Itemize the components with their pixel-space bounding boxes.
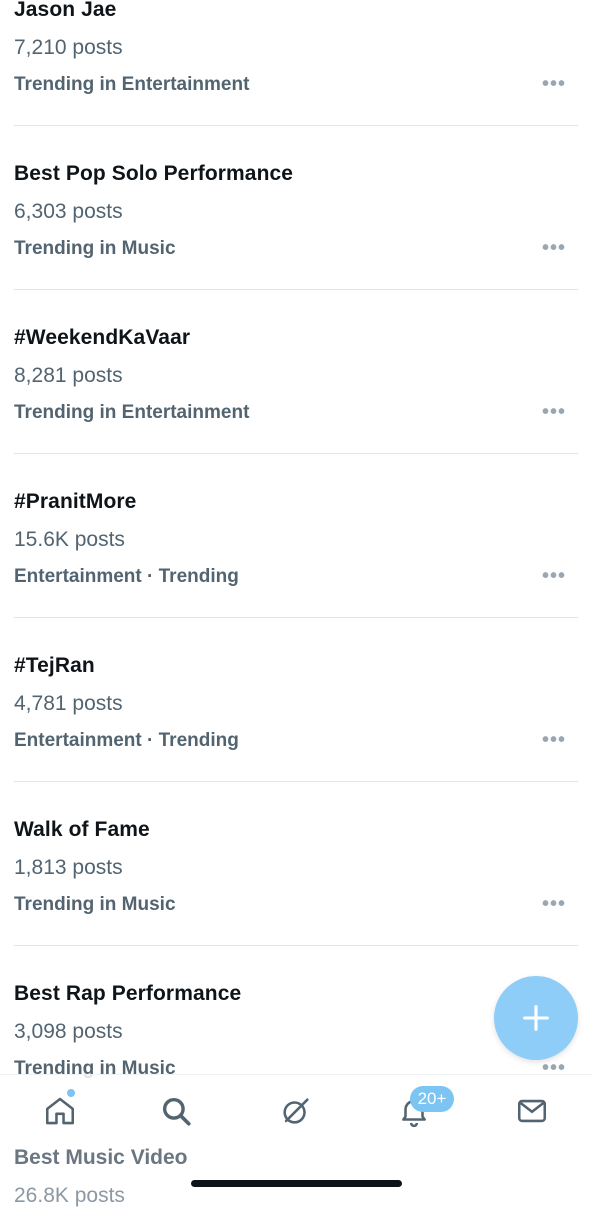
trend-post-count: 6,303 posts: [14, 200, 123, 223]
home-indicator: [191, 1180, 402, 1187]
trend-title: #PranitMore: [14, 490, 137, 513]
trend-title: Best Music Video: [14, 1146, 188, 1169]
trend-post-count: 8,281 posts: [14, 364, 123, 387]
divider: [14, 453, 578, 454]
trend-context: Entertainment · Trending: [14, 566, 239, 587]
bottom-navigation-bar: [0, 1074, 592, 1145]
trend-post-count: 3,098 posts: [14, 1020, 123, 1043]
trend-item[interactable]: Best Pop Solo Performance 6,303 posts Tr…: [0, 162, 592, 326]
divider: [14, 945, 578, 946]
trend-item-partial[interactable]: Best Music Video 26.8K posts: [0, 1138, 592, 1207]
divider: [14, 289, 578, 290]
more-options-icon[interactable]: •••: [542, 894, 566, 914]
trend-title: Walk of Fame: [14, 818, 150, 841]
trend-post-count: 7,210 posts: [14, 36, 123, 59]
trend-context: Trending in Entertainment: [14, 402, 250, 423]
trend-item[interactable]: Walk of Fame 1,813 posts Trending in Mus…: [0, 818, 592, 982]
trend-post-count: 1,813 posts: [14, 856, 123, 879]
nav-messages[interactable]: [510, 1089, 554, 1133]
trend-post-count: 26.8K posts: [14, 1184, 125, 1207]
plus-icon: [523, 1005, 549, 1031]
trend-context: Trending in Music: [14, 894, 176, 915]
divider: [14, 125, 578, 126]
search-icon: [162, 1097, 191, 1126]
trend-title: #TejRan: [14, 654, 95, 677]
more-options-icon[interactable]: •••: [542, 74, 566, 94]
trend-title: Best Rap Performance: [14, 982, 242, 1005]
mail-icon: [517, 1099, 547, 1123]
trend-title: #WeekendKaVaar: [14, 326, 191, 349]
trend-item[interactable]: #PranitMore 15.6K posts Entertainment · …: [0, 490, 592, 654]
more-options-icon[interactable]: •••: [542, 566, 566, 586]
notification-badge: 20+: [410, 1086, 454, 1112]
trend-post-count: 4,781 posts: [14, 692, 123, 715]
divider: [14, 617, 578, 618]
home-icon: [45, 1097, 75, 1125]
trend-context: Trending in Entertainment: [14, 74, 250, 95]
more-options-icon[interactable]: •••: [542, 402, 566, 422]
trend-title: Jason Jae: [14, 0, 117, 21]
nav-home[interactable]: [38, 1089, 82, 1133]
nav-search[interactable]: [154, 1089, 198, 1133]
more-options-icon[interactable]: •••: [542, 730, 566, 750]
nav-grok[interactable]: [274, 1089, 318, 1133]
unread-dot: [67, 1089, 75, 1097]
trend-context: Entertainment · Trending: [14, 730, 239, 751]
trend-item[interactable]: #TejRan 4,781 posts Entertainment · Tren…: [0, 654, 592, 818]
more-options-icon[interactable]: •••: [542, 238, 566, 258]
trend-context: Trending in Music: [14, 238, 176, 259]
grok-icon: [283, 1098, 309, 1124]
divider: [14, 781, 578, 782]
trend-item[interactable]: #WeekendKaVaar 8,281 posts Trending in E…: [0, 326, 592, 490]
trend-item[interactable]: Jason Jae 7,210 posts Trending in Entert…: [0, 0, 592, 162]
trend-post-count: 15.6K posts: [14, 528, 125, 551]
compose-button[interactable]: [494, 976, 578, 1060]
trend-title: Best Pop Solo Performance: [14, 162, 294, 185]
